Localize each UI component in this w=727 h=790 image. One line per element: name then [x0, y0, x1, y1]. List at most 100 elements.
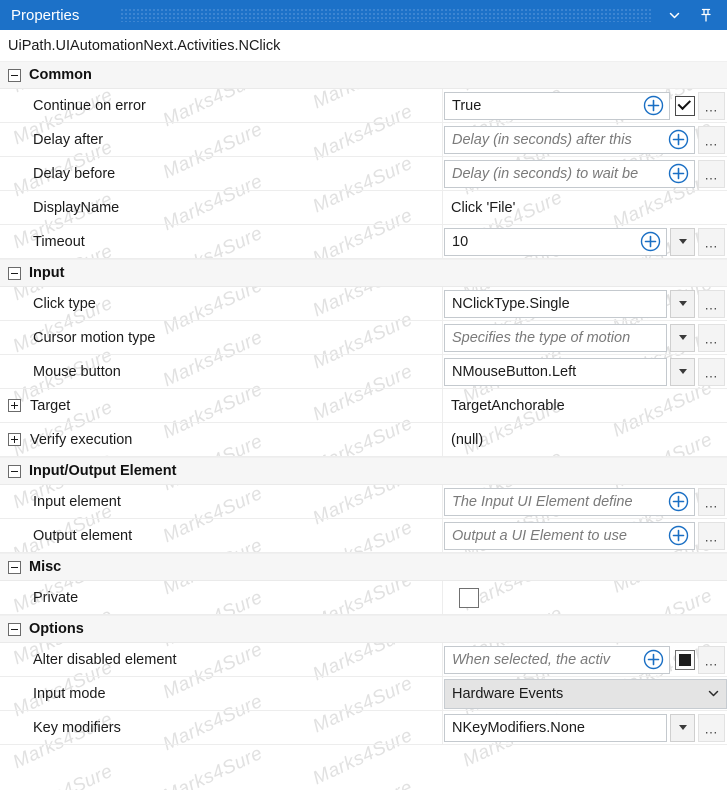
value-text: Output a UI Element to use	[445, 528, 665, 544]
more-options-button[interactable]: ⋯	[698, 126, 725, 154]
value-checkbox[interactable]	[459, 588, 479, 608]
dropdown-arrow-button[interactable]	[670, 358, 695, 386]
value-text: TargetAnchorable	[443, 398, 727, 414]
value-combobox[interactable]: Hardware Events	[444, 679, 727, 709]
property-value-cell: Specifies the type of motion ⋯	[443, 321, 727, 354]
property-row-cursor-motion-type[interactable]: Cursor motion type Specifies the type of …	[0, 321, 727, 355]
property-name: Verify execution	[0, 423, 443, 456]
value-editor[interactable]: NClickType.Single	[444, 290, 667, 318]
property-row-timeout[interactable]: Timeout10 ⋯	[0, 225, 727, 259]
more-options-button[interactable]: ⋯	[698, 646, 725, 674]
dropdown-arrow-button[interactable]	[670, 228, 695, 256]
more-options-button[interactable]: ⋯	[698, 714, 725, 742]
property-name: Key modifiers	[0, 711, 443, 744]
chevron-down-icon[interactable]	[700, 687, 726, 700]
value-text: NMouseButton.Left	[445, 364, 666, 380]
collapse-icon[interactable]	[8, 465, 21, 478]
value-text: Specifies the type of motion	[445, 330, 666, 346]
more-options-button[interactable]: ⋯	[698, 160, 725, 188]
property-value-cell: The Input UI Element define⋯	[443, 485, 727, 518]
collapse-icon[interactable]	[8, 561, 21, 574]
property-row-delay-before[interactable]: Delay beforeDelay (in seconds) to wait b…	[0, 157, 727, 191]
property-row-output-element[interactable]: Output element Output a UI Element to use…	[0, 519, 727, 553]
collapse-icon[interactable]	[8, 623, 21, 636]
property-row-click-type[interactable]: Click typeNClickType.Single ⋯	[0, 287, 727, 321]
value-editor[interactable]: True	[444, 92, 670, 120]
property-row-key-modifiers[interactable]: Key modifiers NKeyModifiers.None ⋯	[0, 711, 727, 745]
property-row-mouse-button[interactable]: Mouse button NMouseButton.Left ⋯	[0, 355, 727, 389]
add-expression-icon[interactable]	[665, 488, 692, 515]
more-options-button[interactable]: ⋯	[698, 92, 725, 120]
property-row-continue-on-error[interactable]: Continue on errorTrue⋯	[0, 89, 727, 123]
property-row-delay-after[interactable]: Delay afterDelay (in seconds) after this…	[0, 123, 727, 157]
section-header-input-output-element[interactable]: Input/Output Element	[0, 457, 727, 485]
property-row-displayname[interactable]: DisplayNameClick 'File'	[0, 191, 727, 225]
value-editor[interactable]: Specifies the type of motion	[444, 324, 667, 352]
property-name-label: Key modifiers	[33, 720, 121, 736]
panel-title: Properties	[0, 7, 79, 24]
property-name-label: Input element	[33, 494, 121, 510]
property-row-input-mode[interactable]: Input mode Hardware Events	[0, 677, 727, 711]
property-name: Private	[0, 581, 443, 614]
add-expression-icon[interactable]	[665, 160, 692, 187]
more-options-button[interactable]: ⋯	[698, 324, 725, 352]
property-name-label: Mouse button	[33, 364, 121, 380]
section-header-options[interactable]: Options	[0, 615, 727, 643]
value-editor[interactable]: The Input UI Element define	[444, 488, 695, 516]
value-checkbox[interactable]	[675, 650, 695, 670]
value-editor[interactable]: Delay (in seconds) after this	[444, 126, 695, 154]
chevron-down-icon[interactable]	[661, 0, 687, 30]
add-expression-icon[interactable]	[637, 228, 664, 255]
value-editor[interactable]: Delay (in seconds) to wait bе	[444, 160, 695, 188]
property-value-cell: 10 ⋯	[443, 225, 727, 258]
more-options-button[interactable]: ⋯	[698, 488, 725, 516]
property-row-target[interactable]: Target TargetAnchorable	[0, 389, 727, 423]
property-name-label: Output element	[33, 528, 132, 544]
property-grid: CommonContinue on errorTrue⋯Delay afterD…	[0, 61, 727, 745]
value-checkbox[interactable]	[675, 96, 695, 116]
property-row-verify-execution[interactable]: Verify execution(null)	[0, 423, 727, 457]
property-row-private[interactable]: Private	[0, 581, 727, 615]
section-header-common[interactable]: Common	[0, 61, 727, 89]
add-expression-icon[interactable]	[640, 92, 667, 119]
property-name: Timeout	[0, 225, 443, 258]
titlebar-dot-pattern	[120, 8, 653, 22]
panel-titlebar: Properties	[0, 0, 727, 30]
value-editor[interactable]: When selected, the activ	[444, 646, 670, 674]
add-expression-icon[interactable]	[665, 522, 692, 549]
section-header-misc[interactable]: Misc	[0, 553, 727, 581]
value-editor[interactable]: NKeyModifiers.None	[444, 714, 667, 742]
pin-icon[interactable]	[693, 0, 719, 30]
property-name: Cursor motion type	[0, 321, 443, 354]
dropdown-arrow-button[interactable]	[670, 324, 695, 352]
property-value-cell: Hardware Events	[443, 677, 727, 710]
add-expression-icon[interactable]	[665, 126, 692, 153]
expand-icon[interactable]	[8, 399, 21, 412]
more-options-button[interactable]: ⋯	[698, 228, 725, 256]
more-options-button[interactable]: ⋯	[698, 358, 725, 386]
property-name-label: Target	[30, 398, 70, 414]
property-value-cell: Delay (in seconds) after this⋯	[443, 123, 727, 156]
property-value-cell: TargetAnchorable	[443, 389, 727, 422]
property-name: Click type	[0, 287, 443, 320]
activity-type-label: UiPath.UIAutomationNext.Activities.NClic…	[0, 30, 727, 61]
more-options-button[interactable]: ⋯	[698, 290, 725, 318]
value-editor[interactable]: Output a UI Element to use	[444, 522, 695, 550]
value-editor[interactable]: 10	[444, 228, 667, 256]
property-name-label: Cursor motion type	[33, 330, 156, 346]
collapse-icon[interactable]	[8, 69, 21, 82]
property-row-alter-disabled-element[interactable]: Alter disabled elementWhen selected, the…	[0, 643, 727, 677]
more-options-button[interactable]: ⋯	[698, 522, 725, 550]
expand-icon[interactable]	[8, 433, 21, 446]
dropdown-arrow-button[interactable]	[670, 290, 695, 318]
dropdown-arrow-button[interactable]	[670, 714, 695, 742]
property-name: Delay before	[0, 157, 443, 190]
add-expression-icon[interactable]	[640, 646, 667, 673]
property-value-cell: True ⋯	[443, 89, 727, 122]
property-name-label: Input mode	[33, 686, 106, 702]
value-editor[interactable]: NMouseButton.Left	[444, 358, 667, 386]
property-row-input-element[interactable]: Input element The Input UI Element define…	[0, 485, 727, 519]
value-text: True	[445, 98, 640, 114]
collapse-icon[interactable]	[8, 267, 21, 280]
section-header-input[interactable]: Input	[0, 259, 727, 287]
